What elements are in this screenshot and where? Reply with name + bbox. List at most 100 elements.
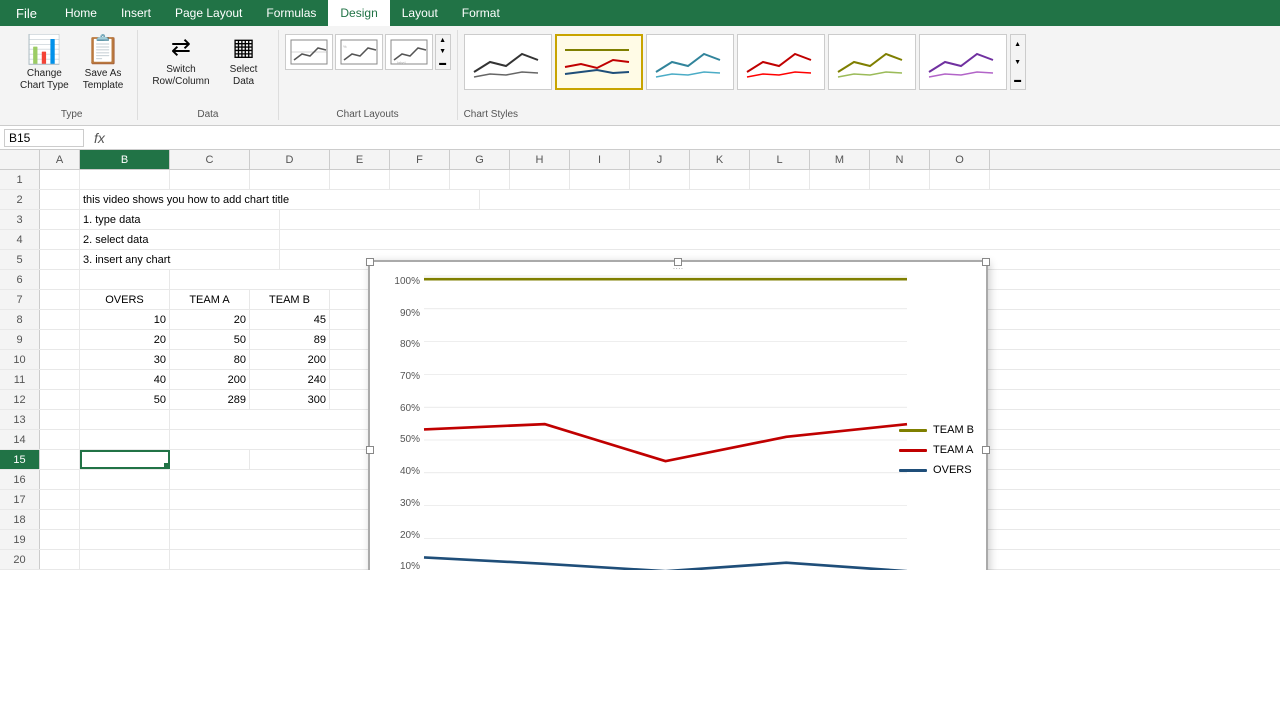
cell-d8[interactable]: 45 (250, 310, 330, 329)
cell-b2[interactable]: this video shows you how to add chart ti… (80, 190, 480, 209)
cell-a19[interactable] (40, 530, 80, 549)
cell-d10[interactable]: 200 (250, 350, 330, 369)
cell-n1[interactable] (870, 170, 930, 189)
cell-l1[interactable] (750, 170, 810, 189)
cell-b17[interactable] (80, 490, 170, 509)
cell-a18[interactable] (40, 510, 80, 529)
layout-menu[interactable]: Layout (390, 0, 450, 26)
col-header-l[interactable]: L (750, 150, 810, 169)
cell-b19[interactable] (80, 530, 170, 549)
cell-a5[interactable] (40, 250, 80, 269)
col-header-a[interactable]: A (40, 150, 80, 169)
cell-c8[interactable]: 20 (170, 310, 250, 329)
cell-h1[interactable] (510, 170, 570, 189)
chart-style-2-button[interactable] (555, 34, 643, 90)
col-header-d[interactable]: D (250, 150, 330, 169)
chart-overlay[interactable]: ···· ···· 100% 90% 80% 70% 60% 50% 40% 3… (368, 260, 988, 570)
col-header-h[interactable]: H (510, 150, 570, 169)
cell-a12[interactable] (40, 390, 80, 409)
layout-1-button[interactable] (285, 34, 333, 70)
cell-a7[interactable] (40, 290, 80, 309)
cell-m1[interactable] (810, 170, 870, 189)
cell-b12[interactable]: 50 (80, 390, 170, 409)
cell-a14[interactable] (40, 430, 80, 449)
col-header-e[interactable]: E (330, 150, 390, 169)
col-header-f[interactable]: F (390, 150, 450, 169)
cell-a8[interactable] (40, 310, 80, 329)
cell-d11[interactable]: 240 (250, 370, 330, 389)
cell-b18[interactable] (80, 510, 170, 529)
layout-3-button[interactable]: label (385, 34, 433, 70)
cell-d9[interactable]: 89 (250, 330, 330, 349)
cell-b20[interactable] (80, 550, 170, 569)
cell-b4[interactable]: 2. select data (80, 230, 280, 249)
formulas-menu[interactable]: Formulas (254, 0, 328, 26)
cell-c7[interactable]: TEAM A (170, 290, 250, 309)
cell-a2[interactable] (40, 190, 80, 209)
cell-b9[interactable]: 20 (80, 330, 170, 349)
cell-a15[interactable] (40, 450, 80, 469)
cell-c10[interactable]: 80 (170, 350, 250, 369)
cell-a20[interactable] (40, 550, 80, 569)
cell-a16[interactable] (40, 470, 80, 489)
cell-c11[interactable]: 200 (170, 370, 250, 389)
col-header-m[interactable]: M (810, 150, 870, 169)
cell-a17[interactable] (40, 490, 80, 509)
cell-k1[interactable] (690, 170, 750, 189)
col-header-b[interactable]: B (80, 150, 170, 169)
cell-c1[interactable] (170, 170, 250, 189)
file-menu[interactable]: File (0, 0, 53, 26)
cell-c12[interactable]: 289 (170, 390, 250, 409)
chart-style-6-button[interactable] (919, 34, 1007, 90)
formula-input[interactable] (115, 131, 1276, 145)
col-header-o[interactable]: O (930, 150, 990, 169)
cell-a6[interactable] (40, 270, 80, 289)
cell-b7[interactable]: OVERS (80, 290, 170, 309)
cell-a1[interactable] (40, 170, 80, 189)
layout-more-button[interactable]: ▲ ▼ ▬ (435, 34, 451, 70)
col-header-g[interactable]: G (450, 150, 510, 169)
col-header-n[interactable]: N (870, 150, 930, 169)
format-menu[interactable]: Format (450, 0, 512, 26)
cell-o1[interactable] (930, 170, 990, 189)
cell-b5[interactable]: 3. insert any chart (80, 250, 280, 269)
chart-style-more-button[interactable]: ▲ ▼ ▬ (1010, 34, 1026, 90)
cell-g1[interactable] (450, 170, 510, 189)
layout-2-button[interactable]: % (335, 34, 383, 70)
col-header-k[interactable]: K (690, 150, 750, 169)
cell-b11[interactable]: 40 (80, 370, 170, 389)
home-menu[interactable]: Home (53, 0, 109, 26)
cell-e1[interactable] (330, 170, 390, 189)
cell-d1[interactable] (250, 170, 330, 189)
chart-style-4-button[interactable] (737, 34, 825, 90)
cell-reference-box[interactable]: B15 (4, 129, 84, 147)
cell-a4[interactable] (40, 230, 80, 249)
cell-a13[interactable] (40, 410, 80, 429)
cell-b14[interactable] (80, 430, 170, 449)
col-header-j[interactable]: J (630, 150, 690, 169)
cell-b1[interactable] (80, 170, 170, 189)
cell-b8[interactable]: 10 (80, 310, 170, 329)
cell-a9[interactable] (40, 330, 80, 349)
cell-i1[interactable] (570, 170, 630, 189)
insert-menu[interactable]: Insert (109, 0, 163, 26)
cell-a11[interactable] (40, 370, 80, 389)
cell-b6[interactable] (80, 270, 170, 289)
cell-f1[interactable] (390, 170, 450, 189)
select-data-button[interactable]: ▦ SelectData (218, 30, 270, 91)
cell-d7[interactable]: TEAM B (250, 290, 330, 309)
save-as-template-button[interactable]: 📋 Save AsTemplate (77, 30, 130, 95)
cell-a3[interactable] (40, 210, 80, 229)
page-layout-menu[interactable]: Page Layout (163, 0, 254, 26)
cell-b15[interactable] (80, 450, 170, 469)
design-menu[interactable]: Design (328, 0, 389, 26)
cell-b13[interactable] (80, 410, 170, 429)
col-header-c[interactable]: C (170, 150, 250, 169)
chart-style-1-button[interactable] (464, 34, 552, 90)
cell-j1[interactable] (630, 170, 690, 189)
cell-a10[interactable] (40, 350, 80, 369)
cell-c9[interactable]: 50 (170, 330, 250, 349)
chart-style-3-button[interactable] (646, 34, 734, 90)
col-header-i[interactable]: I (570, 150, 630, 169)
cell-b10[interactable]: 30 (80, 350, 170, 369)
